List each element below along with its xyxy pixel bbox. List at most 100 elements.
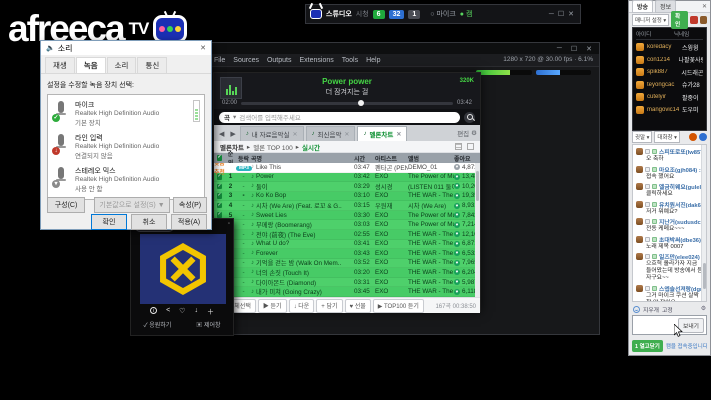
xsplit-resolution[interactable]: 1280 x 720 @ 30.00 fps · 6.1% xyxy=(503,56,593,63)
playlist-row[interactable]: ✓ 11 - ♪너의 손짓 (Touch It) 03:20 EXO THE W… xyxy=(214,268,480,278)
song-title[interactable]: 전야 (前夜) (The Eve) xyxy=(256,230,316,239)
song-title[interactable]: 시차 (We Are) (Feat. 로꼬 & G.. xyxy=(256,201,342,210)
song-album[interactable]: (LISTEN 011 둘이) xyxy=(408,182,454,191)
row-checkbox[interactable]: ✓ xyxy=(217,174,223,180)
viewer-row[interactable]: teyongcac 슈가28 xyxy=(636,79,703,92)
playlist-action-button[interactable]: ♥ 선물 xyxy=(345,299,371,313)
song-artist[interactable]: EXO xyxy=(375,250,408,257)
search-category-dropdown[interactable]: 곡 xyxy=(224,112,230,122)
studio-minimize-button[interactable]: ─ xyxy=(547,11,556,18)
info-icon[interactable]: i xyxy=(150,307,157,314)
control-panel-button[interactable]: ▣ 제어창 xyxy=(196,320,220,329)
song-title[interactable]: 내가 미쳐 (Going Crazy) xyxy=(256,287,322,296)
like-icon[interactable]: ♥ xyxy=(454,231,460,237)
xsplit-menu-item[interactable]: Outputs xyxy=(267,57,292,64)
apply-button[interactable]: 적용(A) xyxy=(171,214,207,230)
playlist-edit-button[interactable]: 편집⚙ xyxy=(457,128,477,141)
like-icon[interactable]: ♥ xyxy=(454,222,460,228)
song-artist[interactable]: 우원재 xyxy=(375,201,408,210)
tabs-prev-arrow[interactable]: ◀ xyxy=(217,130,226,141)
song-album[interactable]: The Power of Music - Th.. xyxy=(408,173,454,180)
song-artist[interactable]: EXO xyxy=(375,240,408,247)
studio-close-button[interactable]: ✕ xyxy=(566,10,576,18)
playlist-row[interactable]: ✓ 10 - ♪기억을 걷는 밤 (Walk On Mem.. 03:52 EX… xyxy=(214,259,480,269)
song-title[interactable]: Ko Ko Bop xyxy=(256,192,286,199)
playlist-row[interactable]: ✓ 1 - ♪Power 03:42 EXO The Power of Musi… xyxy=(214,173,480,183)
song-artist[interactable]: EXO xyxy=(375,288,408,295)
sound-dialog-tab[interactable]: 소리 xyxy=(107,57,137,73)
sound-dialog-close-button[interactable]: ✕ xyxy=(200,44,206,52)
ban-user-icon[interactable] xyxy=(690,16,697,24)
song-title[interactable]: 너의 손짓 (Touch It) xyxy=(256,268,309,277)
song-album[interactable]: The Power of Music - Th.. xyxy=(408,212,454,219)
list-view-icon[interactable] xyxy=(455,143,462,150)
chat-log[interactable]: 스피또로또(lw857) : 오 축하 마요조(gjh084) : 접속 했어요 xyxy=(632,144,707,302)
studio-maximize-button[interactable]: ☐ xyxy=(556,10,566,18)
breadcrumb-realtime[interactable]: 실시간 xyxy=(302,142,320,152)
xsplit-menu-item[interactable]: Sources xyxy=(233,57,259,64)
playlist-row[interactable]: ✓ 5 - ♪Sweet Lies 03:30 EXO The Power of… xyxy=(214,211,480,221)
seek-knob[interactable] xyxy=(358,100,364,106)
chat-tab[interactable]: 방송 xyxy=(632,0,653,13)
collapse-button[interactable]: 1 열고닫기 xyxy=(632,340,663,352)
row-checkbox[interactable]: ✓ xyxy=(217,203,223,209)
chatter-nickname[interactable]: 초대박써(dbe36) : xyxy=(659,235,704,244)
row-checkbox[interactable]: ✓ xyxy=(217,184,223,190)
viewer-row[interactable]: koredacy 스윙윙 xyxy=(636,41,703,54)
viewer-row[interactable]: cutelyir 팔중이 xyxy=(636,91,703,104)
tab-close-icon[interactable]: ✕ xyxy=(396,131,401,138)
player-tab[interactable]: ♪ 최신음악 ✕ xyxy=(306,126,356,141)
heart-icon[interactable]: ♡ xyxy=(179,307,185,317)
song-album[interactable]: The Power of Music - Th.. xyxy=(408,221,454,228)
like-icon[interactable]: ♥ xyxy=(454,193,460,199)
playlist-action-button[interactable]: + 담기 xyxy=(316,299,342,313)
tab-close-icon[interactable]: ✕ xyxy=(292,131,297,138)
chatter-nickname[interactable]: 스엡솔선져랑(dgno721) : xyxy=(659,284,704,293)
device-row[interactable]: ✓ 마이크 Realtek High Definition Audio 기본 장… xyxy=(50,97,202,130)
song-title[interactable]: What U do? xyxy=(256,240,289,247)
song-title[interactable]: 부메랑 (Boomerang) xyxy=(256,220,312,229)
like-icon[interactable]: ♥ xyxy=(454,279,460,285)
playlist-scrollbar[interactable] xyxy=(475,163,480,297)
song-artist[interactable]: 성시경 xyxy=(375,182,408,191)
chatter-nickname[interactable]: 마요조(gjh084) : xyxy=(659,165,701,174)
like-icon[interactable]: ♥ xyxy=(454,260,460,266)
song-title[interactable]: Power xyxy=(256,173,274,180)
pin-button[interactable]: 고정 xyxy=(662,305,673,314)
tabs-next-arrow[interactable]: ▶ xyxy=(228,130,237,141)
playlist-action-button[interactable]: ▶ TOP100 듣기 xyxy=(373,299,424,313)
ok-button[interactable]: 확인 xyxy=(91,214,127,230)
confirm-button[interactable]: 확인 xyxy=(671,11,688,29)
like-icon[interactable]: ♥ xyxy=(454,183,460,189)
song-artist[interactable]: EXO xyxy=(375,279,408,286)
song-artist[interactable]: EXO xyxy=(375,192,408,199)
chat-window-dropdown[interactable]: 대화창 ▾ xyxy=(654,131,679,143)
chat-close-button[interactable]: ✕ xyxy=(702,3,707,10)
balloon-icon[interactable] xyxy=(699,133,707,141)
plus-icon[interactable]: ＋ xyxy=(207,307,214,317)
song-artist[interactable]: EXO xyxy=(375,212,408,219)
song-artist[interactable]: EXO xyxy=(375,221,408,228)
xsplit-titlebar[interactable]: ─ ☐ ✕ xyxy=(206,43,599,54)
tab-close-icon[interactable]: ✕ xyxy=(344,131,349,138)
grid-view-icon[interactable] xyxy=(467,143,474,150)
song-artist[interactable]: EXO xyxy=(375,269,408,276)
gift-icon[interactable] xyxy=(689,133,697,141)
playlist-action-button[interactable]: ↓ 다운 xyxy=(289,299,315,313)
like-icon[interactable]: ♥ xyxy=(454,212,460,218)
song-album[interactable]: THE WAR - The 4th Album xyxy=(408,259,454,266)
song-title[interactable]: 다이아몬드 (Diamond) xyxy=(256,278,316,287)
properties-button[interactable]: 속성(P) xyxy=(173,197,207,213)
device-row[interactable]: ▾ 스테레오 믹스 Realtek High Definition Audio … xyxy=(50,163,202,196)
chatter-nickname[interactable]: 스피또로또(lw857) : xyxy=(659,147,704,156)
player-tab[interactable]: ♪ 멜론차트 ✕ xyxy=(357,126,407,141)
sound-dialog-tab[interactable]: 통신 xyxy=(137,57,167,73)
playlist-row[interactable]: ✓ 12 - ♪다이아몬드 (Diamond) 03:31 EXO THE WA… xyxy=(214,278,480,288)
song-album[interactable]: THE WAR - The 4th Album xyxy=(408,192,454,199)
cancel-button[interactable]: 취소 xyxy=(131,214,167,230)
sound-dialog-titlebar[interactable]: 🔈 소리 ✕ xyxy=(41,41,211,55)
like-icon[interactable]: ♥ xyxy=(454,174,460,180)
playlist-row[interactable]: ✓ 6 - ♪부메랑 (Boomerang) 03:03 EXO The Pow… xyxy=(214,220,480,230)
xsplit-close-button[interactable]: ✕ xyxy=(584,45,594,53)
like-icon[interactable]: ♥ xyxy=(454,250,460,256)
